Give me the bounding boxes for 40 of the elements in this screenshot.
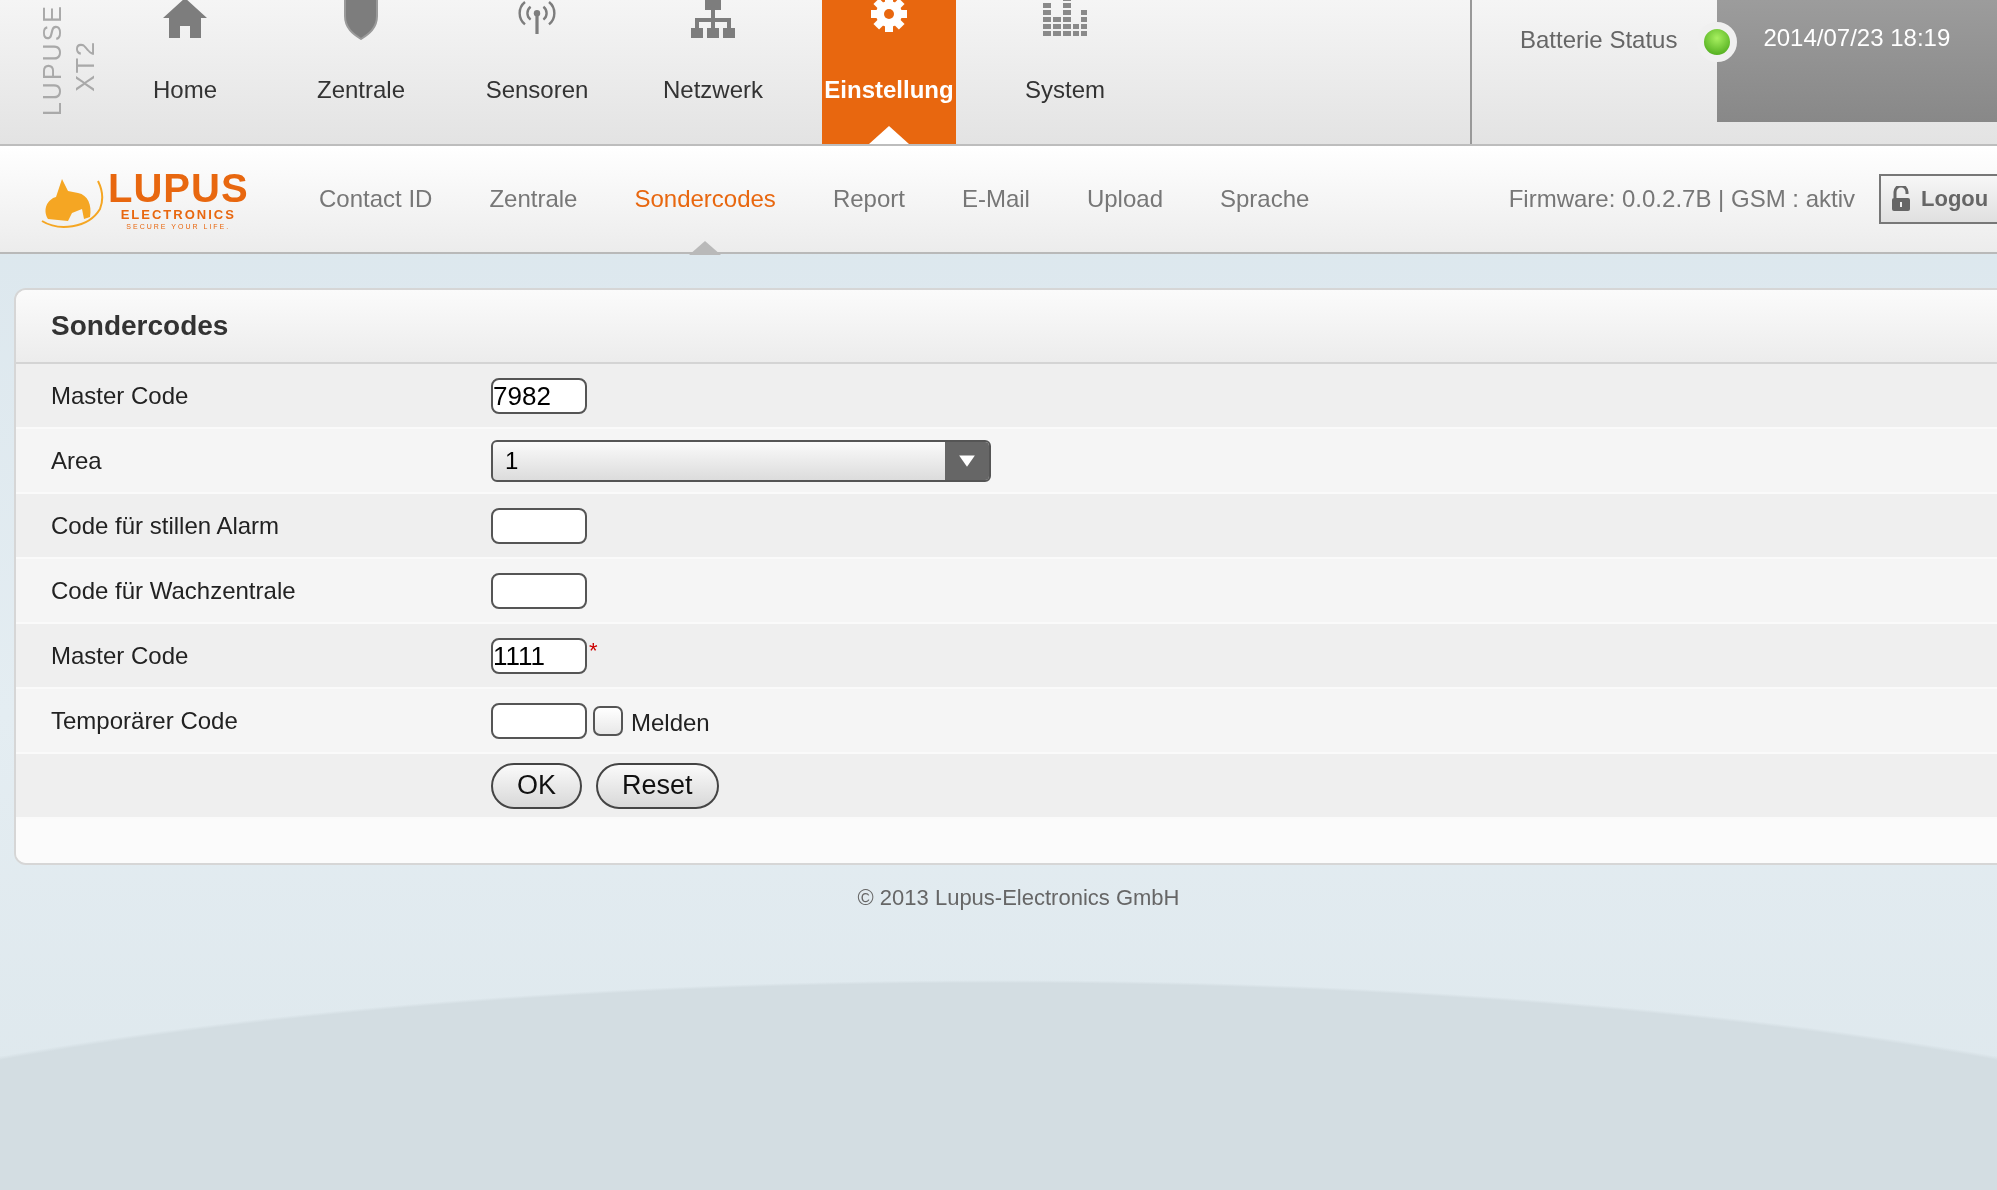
sub-nav-tab[interactable]: Upload xyxy=(1086,145,1163,253)
copyright-text: © 2013 Lupus-Electronics GmbH xyxy=(857,885,1180,910)
field-label: Master Code xyxy=(50,641,190,670)
sub-nav-tab[interactable]: Zentrale xyxy=(489,145,578,253)
code-input-field[interactable]: 7982 xyxy=(491,377,587,414)
field-label: Temporärer Code xyxy=(50,706,239,735)
network-icon xyxy=(689,0,737,40)
main-nav-tab[interactable]: Zentrale xyxy=(294,0,428,144)
unlocked-padlock-icon xyxy=(1891,186,1911,212)
sub-nav-tab[interactable]: Report xyxy=(832,145,905,253)
product-name: LUPUSE xyxy=(38,4,67,117)
code-input-field[interactable] xyxy=(491,572,587,609)
product-name: XT2 xyxy=(71,40,100,92)
sub-nav-tab[interactable]: Sprache xyxy=(1220,145,1310,253)
ok-button[interactable]: OK xyxy=(491,762,582,809)
sub-nav-tab[interactable]: E-Mail xyxy=(961,145,1030,253)
reset-button[interactable]: Reset xyxy=(596,762,719,809)
firmware-status: Firmware: 0.0.2.7B | GSM : aktiv xyxy=(1508,185,1855,213)
panel-title: Sondercodes xyxy=(51,310,229,342)
field-label: Master Code xyxy=(50,381,190,410)
house-icon xyxy=(161,0,209,40)
area-dropdown[interactable]: 1 xyxy=(491,439,991,482)
code-input-field[interactable]: 1111 xyxy=(491,637,587,674)
field-label: Area xyxy=(50,446,103,475)
battery-status-label: Batterie Status xyxy=(1520,26,1678,54)
main-nav-tab[interactable]: Sensoren xyxy=(470,0,604,144)
field-label: Code für stillen Alarm xyxy=(50,511,281,540)
required-mark: * xyxy=(589,637,598,664)
logout-button[interactable]: Logou xyxy=(1879,174,1997,224)
code-input-field[interactable] xyxy=(491,702,587,739)
field-label: Code für Wachzentrale xyxy=(50,576,297,605)
code-input-field[interactable] xyxy=(491,507,587,544)
main-nav-tab[interactable]: Home xyxy=(118,0,252,144)
main-nav-tab[interactable]: System xyxy=(998,0,1132,144)
datetime-display: 2014/07/23 18:19 xyxy=(1717,0,1997,122)
checkbox-label: Melden xyxy=(631,708,710,737)
main-nav-tab[interactable]: Netzwerk xyxy=(646,0,780,144)
sub-nav-tab[interactable]: Contact ID xyxy=(319,145,433,253)
dropdown-arrow-icon xyxy=(958,453,976,468)
checkbox[interactable] xyxy=(593,705,623,736)
